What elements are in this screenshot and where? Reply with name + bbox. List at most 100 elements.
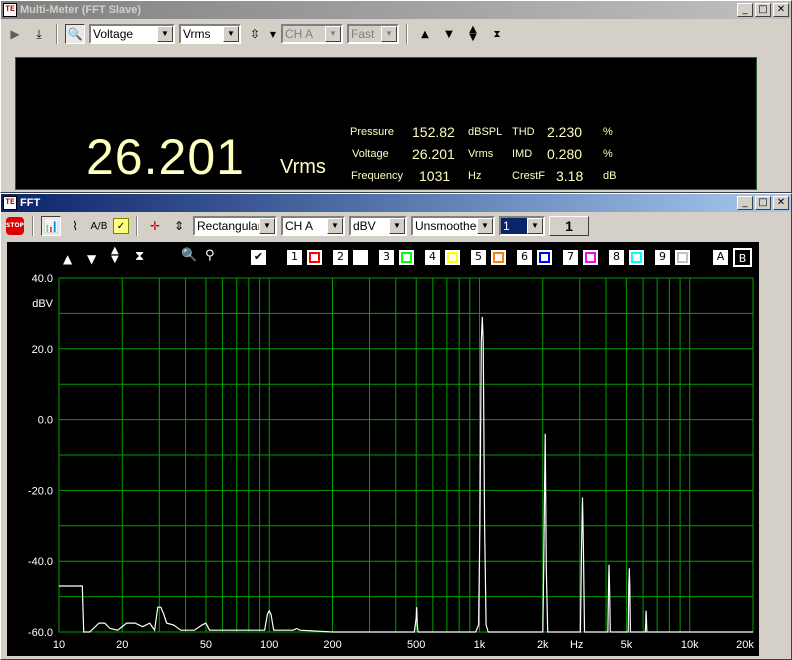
vertical-scale-icon[interactable]: ⇕ <box>169 216 189 236</box>
main-reading: 26.201 <box>86 129 245 185</box>
fft-chart[interactable]: 40.0 20.0 0.0 -20.0 -40.0 -60.0 dBV 10 20 50 100 20… <box>7 242 759 656</box>
readout-label: Frequency <box>351 170 403 182</box>
readout-value: 26.201 <box>412 146 455 162</box>
x-tick-label: 20 <box>116 639 128 651</box>
chevron-down-icon[interactable]: ▼ <box>527 218 543 234</box>
fft-display: ▲ ▼ ▲ ▼ ⧗ 🔍 ⚲ ✔ 1 2 3 4 5 6 7 8 9 A B 40.… <box>7 242 759 656</box>
channel-value: CH A <box>285 27 314 41</box>
chevron-down-icon[interactable]: ▼ <box>325 26 341 42</box>
chevron-down-icon[interactable]: ▼ <box>223 26 239 42</box>
expand-icon[interactable]: ▲ ▼ <box>463 24 483 44</box>
measurement-value: Voltage <box>93 27 134 41</box>
readout-unit: Vrms <box>468 148 494 160</box>
readout-unit: % <box>603 126 613 138</box>
meter-display: 26.201 Vrms Pressure 152.82 dBSPL Voltag… <box>15 57 757 190</box>
cursor-icon[interactable]: ✛ <box>145 216 165 236</box>
x-tick-label: 50 <box>200 639 212 651</box>
main-unit: Vrms <box>280 156 326 178</box>
readout-label: Voltage <box>352 148 389 160</box>
fft-title: FFT <box>20 197 41 209</box>
channel-select[interactable]: CH A ▼ <box>281 216 345 236</box>
window-select[interactable]: Rectangular ▼ <box>193 216 277 236</box>
spectrum-view-icon[interactable]: 📊 <box>41 216 61 236</box>
maximize-button[interactable]: □ <box>755 196 771 210</box>
minimize-button[interactable]: _ <box>737 3 753 17</box>
spectrum-trace <box>59 316 753 633</box>
dropdown-arrow-icon[interactable]: ▼ <box>269 24 277 44</box>
x-tick-label: 10 <box>53 639 65 651</box>
fft-titlebar[interactable]: TE FFT _ □ ✕ <box>1 194 791 212</box>
channel-select[interactable]: CH A ▼ <box>281 24 343 44</box>
smoothing-select[interactable]: Unsmoothed ▼ <box>411 216 495 236</box>
measurement-select[interactable]: Voltage ▼ <box>89 24 175 44</box>
stop-button[interactable]: STOP <box>5 216 25 236</box>
readout-unit: % <box>603 148 613 160</box>
speed-select[interactable]: Fast ▼ <box>347 24 399 44</box>
x-tick-label: 10k <box>681 639 699 651</box>
toolbar-divider <box>56 24 58 44</box>
x-tick-label: 200 <box>323 639 341 651</box>
play-icon[interactable]: ▶ <box>5 24 25 44</box>
readout-value: 2.230 <box>547 124 583 140</box>
smoothing-value: Unsmoothed <box>415 219 477 233</box>
toolbar-divider <box>406 24 408 44</box>
average-count: 1 <box>549 216 589 236</box>
multimeter-toolbar: ▶ ⤓ 🔍 Voltage ▼ Vrms ▼ ⇳ ▼ CH A ▼ Fast ▼… <box>1 19 791 49</box>
multimeter-window: TE Multi-Meter (FFT Slave) _ □ ✕ ▶ ⤓ 🔍 V… <box>0 0 792 193</box>
unit-select[interactable]: Vrms ▼ <box>179 24 241 44</box>
readout-unit: Hz <box>468 170 482 182</box>
stop-icon: STOP <box>6 217 24 235</box>
chevron-down-icon[interactable]: ▼ <box>381 26 397 42</box>
x-tick-label: 5k <box>621 639 633 651</box>
fft-window: TE FFT _ □ ✕ STOP 📊 ⌇ A/B ✓ ✛ ⇕ Rectangu… <box>0 193 792 660</box>
window-value: Rectangular <box>197 219 259 233</box>
compress-icon[interactable]: ⧗ <box>487 24 507 44</box>
average-select[interactable]: 1 ▼ <box>499 216 545 236</box>
chevron-down-icon[interactable]: ▼ <box>389 218 405 234</box>
scale-down-icon[interactable]: ⤓ <box>29 24 49 44</box>
arrow-up-icon[interactable]: ▲ <box>415 24 435 44</box>
readout-unit: dB <box>603 170 617 182</box>
speed-value: Fast <box>351 27 375 41</box>
x-axis-label: Hz <box>570 639 583 651</box>
x-tick-label: 100 <box>260 639 278 651</box>
minimize-button[interactable]: _ <box>737 196 753 210</box>
toolbar-divider <box>32 216 34 236</box>
readout-value: 152.82 <box>412 124 455 140</box>
x-tick-label: 1k <box>474 639 486 651</box>
unit-select[interactable]: dBV ▼ <box>349 216 407 236</box>
readout-value: 0.280 <box>547 146 583 162</box>
checklist-icon[interactable]: ✓ <box>113 218 129 234</box>
readout-label: Pressure <box>350 126 395 138</box>
readout-label: IMD <box>512 148 533 160</box>
channel-value: CH A <box>285 219 314 233</box>
readout-value: 3.18 <box>556 168 584 184</box>
toolbar-divider <box>136 216 138 236</box>
readout-label: CrestF <box>512 170 545 182</box>
y-axis-label: dBV <box>32 298 53 310</box>
ab-compare-icon[interactable]: A/B <box>89 216 109 236</box>
average-value: 1 <box>503 219 510 233</box>
y-tick-label: 40.0 <box>32 273 53 285</box>
chevron-down-icon[interactable]: ▼ <box>157 26 173 42</box>
zoom-icon[interactable]: 🔍 <box>65 24 85 44</box>
range-icon[interactable]: ⇳ <box>245 24 265 44</box>
close-button[interactable]: ✕ <box>773 3 789 17</box>
close-button[interactable]: ✕ <box>773 196 789 210</box>
readout-unit: dBSPL <box>468 126 503 138</box>
chevron-down-icon[interactable]: ▼ <box>327 218 343 234</box>
multimeter-titlebar[interactable]: TE Multi-Meter (FFT Slave) _ □ ✕ <box>1 1 791 19</box>
unit-value: Vrms <box>183 27 211 41</box>
app-icon: TE <box>3 3 17 17</box>
y-tick-label: 20.0 <box>32 344 53 356</box>
y-tick-label: -60.0 <box>28 627 53 639</box>
waveform-view-icon[interactable]: ⌇ <box>65 216 85 236</box>
arrow-down-icon[interactable]: ▼ <box>439 24 459 44</box>
x-tick-label: 20k <box>736 639 754 651</box>
maximize-button[interactable]: □ <box>755 3 771 17</box>
app-icon: TE <box>3 196 17 210</box>
chevron-down-icon[interactable]: ▼ <box>259 218 275 234</box>
fft-toolbar: STOP 📊 ⌇ A/B ✓ ✛ ⇕ Rectangular ▼ CH A ▼ … <box>1 212 791 240</box>
chevron-down-icon[interactable]: ▼ <box>477 218 493 234</box>
unit-value: dBV <box>353 219 376 233</box>
